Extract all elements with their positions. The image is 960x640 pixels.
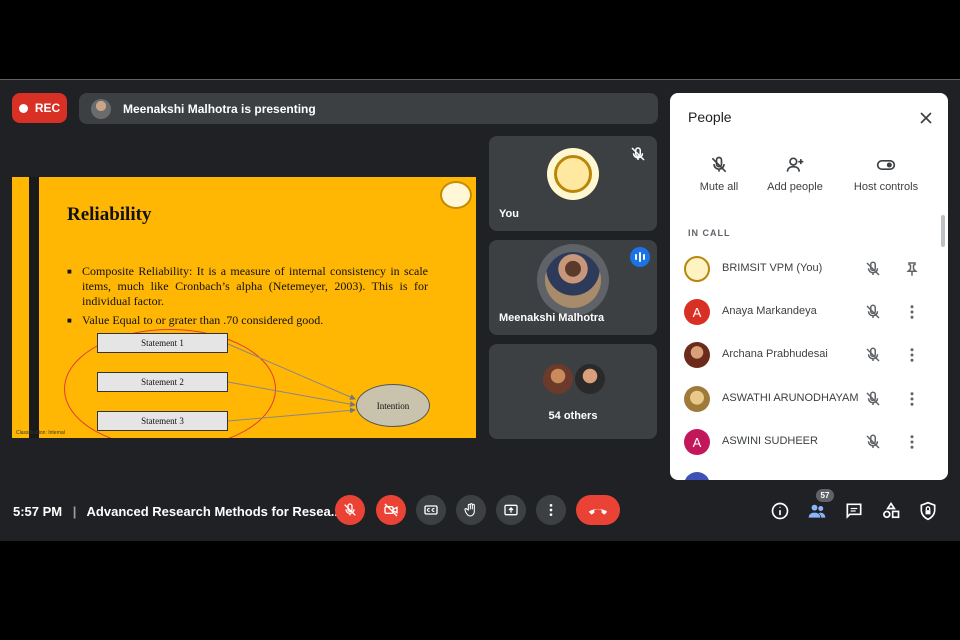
avatar <box>573 362 607 396</box>
speaking-indicator-icon <box>630 247 650 267</box>
add-people-button[interactable]: Add people <box>762 155 828 193</box>
host-controls-icon <box>920 501 936 521</box>
mic-off-icon <box>711 156 727 173</box>
recording-label: REC <box>34 101 61 115</box>
mute-all-button[interactable]: Mute all <box>692 155 746 193</box>
statement-box: Statement 1 <box>97 333 228 353</box>
chat-button[interactable] <box>843 500 865 522</box>
hangup-icon <box>588 509 608 515</box>
tile-name: You <box>499 208 519 220</box>
present-button[interactable] <box>496 495 526 525</box>
statement-box: Statement 2 <box>97 372 228 392</box>
presenter-banner: Meenakshi Malhotra is presenting <box>79 93 658 124</box>
participant-row[interactable]: BRIMSIT VPM (You) <box>670 249 940 289</box>
record-dot-icon <box>18 103 28 113</box>
host-controls-toolbar-button[interactable] <box>917 500 939 522</box>
participant-avatar <box>684 256 710 282</box>
others-avatars <box>541 362 607 398</box>
participant-avatar <box>684 386 710 412</box>
participant-row-partial[interactable] <box>670 465 940 480</box>
more-vert-icon[interactable] <box>903 303 921 321</box>
add-person-icon <box>786 157 804 172</box>
mic-off-icon <box>344 503 356 516</box>
raise-hand-button[interactable] <box>456 495 486 525</box>
intention-node: Intention <box>356 384 430 427</box>
activities-icon <box>883 501 900 519</box>
participant-row[interactable]: Archana Prabhudesai <box>670 335 940 375</box>
clock-time: 5:57 PM <box>13 504 63 519</box>
more-vert-icon[interactable] <box>903 433 921 451</box>
presenter-photo-avatar <box>537 244 609 316</box>
people-icon <box>808 504 826 518</box>
mic-off-icon <box>866 347 880 362</box>
host-controls-button[interactable]: Host controls <box>848 155 924 193</box>
in-call-label: IN CALL <box>688 228 731 238</box>
tile-presenter[interactable]: Meenakshi Malhotra <box>489 240 657 335</box>
captions-button[interactable] <box>416 495 446 525</box>
participant-row[interactable]: A Anaya Markandeya <box>670 292 940 332</box>
mic-off-icon <box>866 304 880 319</box>
meeting-info: 5:57 PM | Advanced Research Methods for … <box>13 504 342 519</box>
camera-off-icon <box>384 503 398 517</box>
meeting-title: Advanced Research Methods for Resea... <box>86 504 342 519</box>
people-panel: People Mute all Add people Host controls… <box>670 93 948 480</box>
people-button[interactable] <box>806 500 828 522</box>
mic-off-icon <box>866 434 880 449</box>
presentation-slide: Reliability Composite Reliability: It is… <box>12 177 476 438</box>
participant-name: ASWATHI ARUNODHAYAM <box>722 392 859 404</box>
participant-avatar: A <box>684 299 710 325</box>
more-vert-icon[interactable] <box>903 390 921 408</box>
participant-row[interactable]: A ASWINI SUDHEER <box>670 422 940 462</box>
mic-off-icon <box>631 147 645 161</box>
mic-off-icon <box>866 261 880 276</box>
presenter-banner-text: Meenakshi Malhotra is presenting <box>123 101 316 116</box>
presenter-avatar <box>91 98 111 119</box>
camera-toggle-button[interactable] <box>376 495 406 525</box>
participant-name: BRIMSIT VPM (You) <box>722 262 823 274</box>
present-icon <box>504 504 518 516</box>
participant-name: Archana Prabhudesai <box>722 348 828 360</box>
toggle-icon <box>876 160 896 170</box>
panel-scrollbar[interactable] <box>941 215 945 247</box>
action-label: Add people <box>767 181 823 193</box>
panel-title: People <box>688 109 732 125</box>
tile-you[interactable]: You <box>489 136 657 231</box>
action-label: Host controls <box>853 181 919 193</box>
more-vert-icon <box>549 504 553 516</box>
participant-row[interactable]: ASWATHI ARUNODHAYAM <box>670 379 940 419</box>
mic-toggle-button[interactable] <box>335 495 365 525</box>
participant-avatar <box>684 342 710 368</box>
separator: | <box>72 504 77 519</box>
participant-avatar <box>684 472 710 480</box>
mic-off-icon <box>866 391 880 406</box>
leave-call-button[interactable] <box>576 495 620 525</box>
captions-icon <box>424 505 438 515</box>
chat-icon <box>846 503 862 519</box>
raise-hand-icon <box>464 503 475 517</box>
more-vert-icon[interactable] <box>903 346 921 364</box>
tile-others[interactable]: 54 others <box>489 344 657 439</box>
activities-button[interactable] <box>880 500 902 522</box>
avatar <box>541 362 575 396</box>
more-options-button[interactable] <box>536 495 566 525</box>
others-count: 54 others <box>548 410 598 422</box>
participant-name: Anaya Markandeya <box>722 305 817 317</box>
participant-name: ASWINI SUDHEER <box>722 435 818 447</box>
pin-icon[interactable] <box>903 260 921 278</box>
action-label: Mute all <box>699 181 739 193</box>
statement-box: Statement 3 <box>97 411 228 431</box>
meet-window: REC Meenakshi Malhotra is presenting Rel… <box>0 79 960 541</box>
recording-badge[interactable]: REC <box>12 93 67 123</box>
meeting-details-button[interactable] <box>769 500 791 522</box>
you-avatar <box>547 148 599 200</box>
close-icon[interactable] <box>916 108 936 128</box>
participant-avatar: A <box>684 429 710 455</box>
info-icon <box>771 502 789 520</box>
slide-footnote: Classification: Internal <box>16 430 65 436</box>
panel-actions: Mute all Add people Host controls <box>670 155 948 205</box>
tile-name: Meenakshi Malhotra <box>499 312 605 324</box>
